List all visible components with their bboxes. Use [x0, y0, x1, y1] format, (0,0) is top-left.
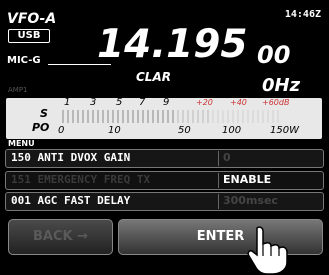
amp-label: AMP1	[8, 86, 28, 94]
hand-pointer-icon	[247, 226, 288, 275]
menu-item-emergency-freq-tx[interactable]: 151 EMERGENCY FREQ TX ENABLE	[5, 171, 324, 190]
s-tick: 1	[64, 97, 71, 108]
po-tick: 100	[222, 125, 242, 136]
meter-segment	[147, 110, 149, 123]
meter-segment	[232, 110, 234, 123]
meter-segment	[107, 110, 109, 123]
s-tick-over: +60dB	[262, 98, 290, 107]
meter-segment	[242, 110, 244, 123]
meter-segment	[177, 110, 179, 123]
meter-segment	[237, 110, 239, 123]
meter-segment	[172, 110, 174, 123]
clar-value: 0Hz	[262, 75, 301, 96]
s-tick-over: +20	[196, 98, 213, 107]
meter-segment	[127, 110, 129, 123]
meter-segment	[142, 110, 144, 123]
meter-segment	[122, 110, 124, 123]
meter-segment	[257, 110, 259, 123]
meter-segment	[262, 110, 264, 123]
meter-segment	[252, 110, 254, 123]
mic-gain-label: MIC-G	[7, 55, 41, 66]
menu-item-agc-fast-delay[interactable]: 001 AGC FAST DELAY 300msec	[5, 192, 324, 211]
meter-segment	[267, 110, 269, 123]
meter-segment	[77, 110, 79, 123]
back-button[interactable]: BACK →	[8, 219, 113, 255]
menu-item-anti-dvox-gain[interactable]: 150 ANTI DVOX GAIN 0	[5, 149, 324, 168]
meter-segment	[87, 110, 89, 123]
meter-segment	[222, 110, 224, 123]
meter-segment	[217, 110, 219, 123]
meter-segment	[102, 110, 104, 123]
meter-segment	[62, 110, 64, 123]
menu-item-value: ENABLE	[223, 173, 272, 186]
s-po-meter: S PO 1 3 5 7 9 +20 +40 +60dB 0 10 50 100…	[6, 97, 322, 139]
meter-segment	[197, 110, 199, 123]
menu-item-name: 001 AGC FAST DELAY	[11, 194, 131, 207]
s-tick: 9	[163, 97, 170, 108]
meter-segment	[227, 110, 229, 123]
menu-label: MENU	[8, 139, 35, 148]
meter-segment	[97, 110, 99, 123]
meter-segment	[72, 110, 74, 123]
back-button-label: BACK →	[32, 229, 89, 244]
po-tick: 0	[58, 125, 65, 136]
meter-segment	[182, 110, 184, 123]
menu-item-name: 151 EMERGENCY FREQ TX	[11, 173, 151, 186]
meter-segment	[117, 110, 119, 123]
vfo-label: VFO-A	[7, 11, 57, 27]
arrow-right-icon: →	[77, 229, 89, 244]
po-tick: 10	[108, 125, 121, 136]
po-tick: 150W	[270, 125, 299, 136]
meter-segment	[272, 110, 274, 123]
mode-badge[interactable]: USB	[8, 29, 50, 43]
menu-divider	[218, 173, 219, 188]
meter-segment	[152, 110, 154, 123]
meter-segment	[247, 110, 249, 123]
meter-segment	[202, 110, 204, 123]
po-tick: 50	[178, 125, 191, 136]
meter-segment	[92, 110, 94, 123]
menu-item-name: 150 ANTI DVOX GAIN	[11, 151, 131, 164]
po-meter-label: PO	[32, 121, 50, 134]
menu-divider	[218, 194, 219, 209]
meter-segment	[212, 110, 214, 123]
meter-segment	[112, 110, 114, 123]
s-tick: 5	[116, 97, 123, 108]
meter-segment	[192, 110, 194, 123]
menu-divider	[218, 151, 219, 166]
meter-segment	[162, 110, 164, 123]
meter-segment	[207, 110, 209, 123]
radio-display: VFO-A 14:46Z USB MIC-G 14.195 00 CLAR AM…	[0, 0, 329, 275]
meter-segment	[167, 110, 169, 123]
meter-segment	[157, 110, 159, 123]
s-tick-over: +40	[230, 98, 247, 107]
meter-segment	[82, 110, 84, 123]
menu-item-value: 0	[223, 151, 231, 164]
clar-label: CLAR	[136, 70, 171, 84]
clock: 14:46Z	[284, 9, 321, 20]
meter-segment	[67, 110, 69, 123]
s-meter-label: S	[40, 107, 48, 120]
frequency-display[interactable]: 14.195	[97, 22, 248, 67]
menu-item-value: 300msec	[223, 194, 278, 207]
s-tick: 3	[90, 97, 97, 108]
meter-segment	[187, 110, 189, 123]
frequency-subdigits: 00	[257, 41, 291, 69]
meter-segment	[137, 110, 139, 123]
s-tick: 7	[139, 97, 146, 108]
meter-segment	[132, 110, 134, 123]
meter-segment	[277, 110, 279, 123]
